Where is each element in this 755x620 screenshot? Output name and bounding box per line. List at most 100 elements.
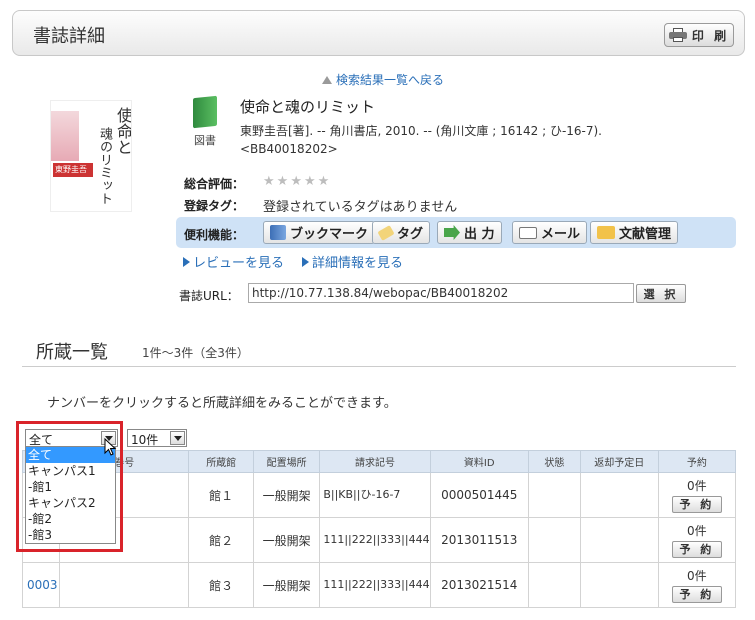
export-button[interactable]: 出 力 (437, 221, 502, 244)
tag-button[interactable]: タグ (372, 221, 431, 244)
mail-label: メール (541, 227, 581, 242)
book-info-line2: <BB40018202> (240, 142, 338, 156)
star-icon: ★ (290, 174, 302, 189)
bookmark-icon (270, 225, 286, 240)
holding-number-link[interactable]: 0003 (22, 562, 60, 608)
reference-manager-button[interactable]: 文献管理 (590, 221, 679, 244)
volume-cell (58, 562, 190, 608)
column-header: 資料ID (429, 450, 529, 473)
url-label: 書誌URL： (179, 289, 239, 303)
detail-links: レビューを見る 詳細情報を見る (183, 252, 403, 271)
tags-text: 登録されているタグはありません (263, 200, 458, 215)
reserve-count: 0件 (687, 479, 707, 493)
tag-icon (377, 224, 395, 241)
book-type-icon: 図書 (190, 95, 220, 151)
location-cell: 一般開架 (252, 517, 321, 563)
mouse-cursor-icon (104, 438, 117, 456)
per-page-value: 10件 (131, 433, 159, 447)
reserve-button[interactable]: 予 約 (671, 496, 722, 513)
book-info: 東野圭吾[著]. -- 角川書店, 2010. -- (角川文庫 ; 16142… (240, 122, 730, 158)
location-cell: 一般開架 (252, 472, 321, 518)
star-icon: ★ (276, 174, 289, 189)
tag-label: タグ (397, 227, 424, 242)
rating-stars: ★ ★ ★ ★ ★ (263, 175, 329, 188)
library-cell: 館３ (188, 562, 254, 608)
material-id-cell: 0000501445 (429, 472, 529, 518)
page-title: 書誌詳細 (33, 26, 105, 47)
reserve-cell: 0件 予 約 (657, 562, 737, 608)
tools-bar: 便利機能： ブックマーク タグ 出 力 メール 文献管理 (176, 217, 736, 248)
column-header: 予約 (657, 450, 737, 473)
chevron-down-icon[interactable] (170, 431, 185, 445)
library-cell: 館１ (188, 472, 254, 518)
mail-icon (519, 226, 537, 239)
export-label: 出 力 (464, 227, 495, 242)
table-header-row: 巻号 所蔵館 配置場所 請求記号 資料ID 状態 返却予定日 予約 (22, 450, 737, 473)
triangle-right-icon (183, 257, 190, 267)
call-number-cell: 111||222||333||444 (319, 562, 431, 608)
book-info-line1: 東野圭吾[著]. -- 角川書店, 2010. -- (角川文庫 ; 16142… (240, 124, 602, 138)
tools-label: 便利機能： (184, 228, 245, 242)
location-cell: 一般開架 (252, 562, 321, 608)
holdings-count: 1件～3件（全3件） (142, 346, 249, 360)
per-page-select[interactable]: 10件 (127, 429, 187, 447)
triangle-up-icon (322, 75, 332, 84)
detail-info-link[interactable]: 詳細情報を見る (302, 252, 403, 271)
column-header: 返却予定日 (579, 450, 659, 473)
book-cover-image: 使命と 魂のリミット 東野圭吾 (50, 100, 132, 212)
table-row: 0003 館３ 一般開架 111||222||333||444 20130215… (22, 562, 737, 608)
cover-author: 東野圭吾 (55, 165, 87, 174)
star-icon: ★ (317, 174, 330, 189)
reference-manager-label: 文献管理 (619, 227, 672, 242)
divider (22, 366, 736, 367)
print-label: 印 刷 (691, 28, 730, 43)
reserve-count: 0件 (687, 569, 707, 583)
reserve-count: 0件 (687, 524, 707, 538)
star-icon: ★ (303, 174, 316, 189)
due-date-cell (579, 472, 659, 518)
bookmark-label: ブックマーク (290, 227, 369, 242)
reserve-button[interactable]: 予 約 (671, 541, 722, 558)
material-id-cell: 2013021514 (429, 562, 529, 608)
due-date-cell (579, 562, 659, 608)
call-number-cell: B||KB||ひ-16-7 (319, 472, 431, 518)
book-title: 使命と魂のリミット (240, 98, 376, 116)
library-cell: 館２ (188, 517, 254, 563)
call-number-cell: 111||222||333||444 (319, 517, 431, 563)
column-header: 状態 (527, 450, 581, 473)
due-date-cell (579, 517, 659, 563)
rating-label: 総合評価： (184, 177, 245, 191)
print-button[interactable]: 印 刷 (664, 23, 734, 47)
table-row: 館２ 一般開架 111||222||333||444 2013011513 0件… (22, 517, 737, 563)
cover-title-line2: 魂のリミット (97, 127, 112, 205)
holdings-title: 所蔵一覧 (36, 342, 108, 363)
cover-title-line1: 使命と (114, 107, 132, 155)
star-icon: ★ (263, 174, 275, 189)
holdings-hint: ナンバーをクリックすると所蔵詳細をみることができます。 (47, 396, 397, 411)
column-header: 請求記号 (319, 450, 431, 473)
reserve-cell: 0件 予 約 (657, 517, 737, 563)
mail-button[interactable]: メール (512, 221, 588, 244)
status-cell (527, 472, 581, 518)
select-url-button[interactable]: 選 択 (636, 284, 686, 303)
export-icon (444, 225, 460, 240)
column-header: 所蔵館 (188, 450, 254, 473)
printer-icon (668, 28, 687, 42)
review-link[interactable]: レビューを見る (183, 252, 284, 271)
holdings-table: 巻号 所蔵館 配置場所 請求記号 資料ID 状態 返却予定日 予約 館１ 一般開… (22, 450, 737, 608)
column-header: 配置場所 (252, 450, 321, 473)
status-cell (527, 562, 581, 608)
folder-icon (597, 226, 615, 239)
reserve-button[interactable]: 予 約 (671, 586, 722, 603)
tags-label: 登録タグ： (184, 199, 245, 213)
triangle-right-icon (302, 257, 310, 267)
book-icon (193, 95, 217, 129)
bookmark-button[interactable]: ブックマーク (263, 221, 376, 244)
back-link-label: 検索結果一覧へ戻る (336, 73, 445, 87)
reserve-cell: 0件 予 約 (657, 472, 737, 518)
url-field[interactable] (248, 283, 634, 303)
status-cell (527, 517, 581, 563)
table-row: 館１ 一般開架 B||KB||ひ-16-7 0000501445 0件 予 約 (22, 472, 737, 518)
material-id-cell: 2013011513 (429, 517, 529, 563)
back-to-results-link[interactable]: 検索結果一覧へ戻る (322, 71, 444, 88)
